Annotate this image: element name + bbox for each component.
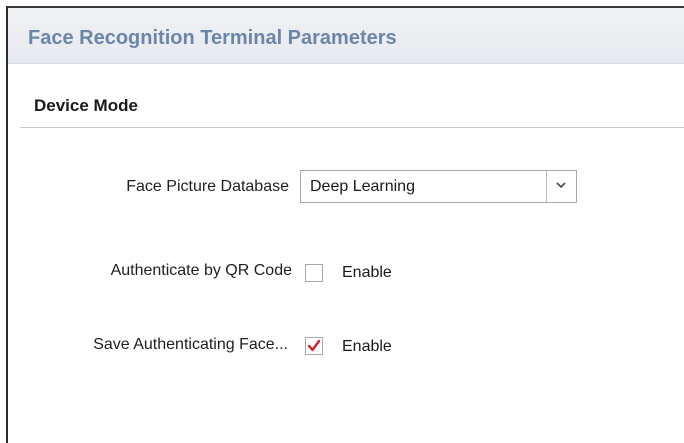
authenticate-qr-enable-label[interactable]: Enable <box>342 264 392 282</box>
face-picture-database-value: Deep Learning <box>310 178 415 195</box>
face-picture-database-label: Face Picture Database <box>126 178 289 195</box>
section-divider <box>20 127 684 128</box>
save-authenticating-face-enable-label[interactable]: Enable <box>342 338 392 356</box>
page-header: Face Recognition Terminal Parameters <box>8 8 684 64</box>
save-authenticating-face-label: Save Authenticating Face... <box>93 336 288 353</box>
chevron-down-icon <box>556 182 566 189</box>
dropdown-button[interactable] <box>546 171 576 202</box>
page-title: Face Recognition Terminal Parameters <box>28 27 397 49</box>
parameters-page: Face Recognition Terminal Parameters Dev… <box>0 0 684 443</box>
authenticate-qr-label: Authenticate by QR Code <box>110 262 292 279</box>
section-title-device-mode: Device Mode <box>34 96 138 115</box>
checkmark-icon <box>307 339 321 352</box>
authenticate-qr-checkbox[interactable] <box>305 264 323 282</box>
face-picture-database-select[interactable]: Deep Learning <box>300 170 577 203</box>
save-authenticating-face-checkbox[interactable] <box>305 337 323 355</box>
frame-left-border <box>6 6 8 443</box>
